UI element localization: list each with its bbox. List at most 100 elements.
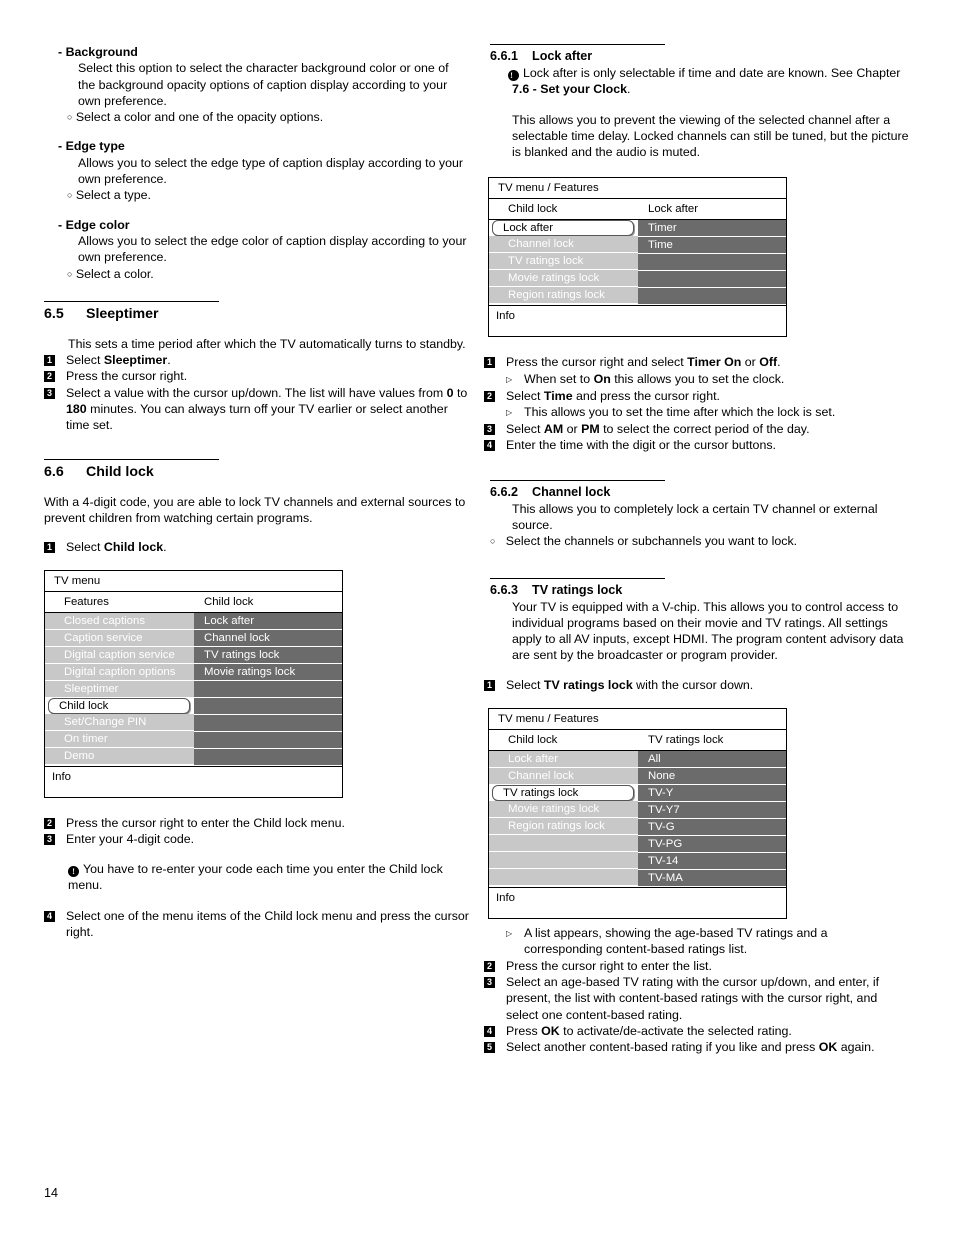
menu-item[interactable]: TV ratings lock (194, 646, 342, 664)
lock-after-note: ! Lock after is only selectable if time a… (508, 65, 909, 98)
section-title: Channel lock (532, 484, 611, 499)
step-number-badge: 3 (44, 833, 55, 845)
step-number-badge: 2 (44, 371, 55, 383)
childlock-note-text: You have to re-enter your code each time… (68, 862, 443, 893)
tv-menu-col1-header: Features (64, 595, 109, 608)
step-subnote: ▷ This allows you to set the time after w… (506, 404, 909, 421)
menu-item[interactable] (638, 254, 786, 272)
tv-menu-tv-ratings[interactable]: TV menu / Features Child lock TV ratings… (488, 708, 787, 920)
menu-item[interactable] (194, 697, 342, 715)
menu-item[interactable]: Movie ratings lock (194, 663, 342, 681)
numbered-step: 3 Select AM or PM to select the correct p… (484, 421, 909, 437)
menu-item[interactable] (194, 731, 342, 749)
numbered-step: 1 Press the cursor right and select Timer… (484, 354, 909, 370)
option-bullet: ○ Select a type. (67, 187, 469, 203)
menu-item-selected[interactable]: Lock after (492, 220, 634, 237)
menu-item[interactable]: TV-Y7 (638, 802, 786, 820)
menu-item[interactable]: All (638, 751, 786, 769)
menu-item[interactable]: TV-PG (638, 836, 786, 854)
tv-menu-child-lock[interactable]: TV menu Features Child lock Closed capti… (44, 569, 343, 798)
menu-item[interactable] (638, 271, 786, 289)
tv-menu-info-footer: Info (489, 305, 786, 337)
menu-item[interactable]: Time (638, 237, 786, 255)
step-text: Select an age-based TV rating with the c… (506, 974, 880, 1022)
tv-menu-right-list[interactable]: Lock after Channel lock TV ratings lock Mov… (194, 612, 342, 766)
menu-item[interactable] (638, 288, 786, 306)
tv-menu-lock-after[interactable]: TV menu / Features Child lock Lock after… (488, 177, 787, 338)
childlock-step-4: 4 Select one of the menu items of the Chi… (44, 908, 469, 941)
menu-item[interactable]: TV ratings lock (489, 253, 638, 271)
menu-item[interactable]: Caption service (45, 629, 194, 647)
menu-item[interactable]: Channel lock (489, 768, 638, 786)
menu-item[interactable] (194, 748, 342, 766)
step-text: Select Time and press the cursor right. (506, 388, 720, 403)
section-number: 6.5 (44, 305, 64, 322)
menu-item[interactable]: Channel lock (489, 236, 638, 254)
menu-item[interactable]: TV-MA (638, 870, 786, 888)
menu-item[interactable]: Region ratings lock (489, 818, 638, 836)
section-title: Child lock (86, 463, 154, 480)
menu-item[interactable]: Movie ratings lock (489, 270, 638, 288)
menu-item[interactable] (194, 714, 342, 732)
menu-item-selected[interactable]: TV ratings lock (492, 785, 634, 802)
menu-item[interactable]: On timer (45, 730, 194, 748)
menu-item[interactable] (489, 835, 638, 853)
tv-menu-left-list[interactable]: Lock after Channel lock TV ratings lock Mov… (489, 220, 638, 306)
option-body: Select this option to select the charact… (78, 61, 449, 108)
numbered-step: 2 Press the cursor right to enter the Chi… (44, 815, 469, 831)
menu-item[interactable]: None (638, 768, 786, 786)
tv-menu-left-list[interactable]: Lock after Channel lock TV ratings lock Mov… (489, 751, 638, 888)
tv-menu-right-list[interactable]: All None TV-Y TV-Y7 TV-G TV-PG TV-14 TV-MA (638, 751, 786, 888)
step-text: Select TV ratings lock with the cursor d… (506, 677, 754, 692)
menu-item[interactable] (489, 852, 638, 870)
option-bullet-text: Select a color. (75, 266, 154, 281)
lock-after-note-text: Lock after is only selectable if time an… (512, 66, 901, 97)
step-text: Select Child lock. (66, 540, 167, 555)
step-subnote-text: A list appears, showing the age-based TV… (524, 926, 828, 957)
step-subnote-text: This allows you to set the time after wh… (524, 405, 836, 420)
caption-option-blocks: - Background Select this option to select… (44, 44, 469, 282)
menu-item[interactable]: TV-G (638, 819, 786, 837)
step-text: Press the cursor right to enter the list… (506, 958, 712, 973)
menu-item[interactable] (489, 869, 638, 887)
tv-menu-column-headers: Features Child lock (45, 592, 342, 613)
menu-item[interactable]: TV-14 (638, 853, 786, 871)
childlock-step-1: 1 Select Child lock. (44, 539, 469, 555)
numbered-step: 3 Select an age-based TV rating with the … (484, 974, 909, 1023)
tv-menu-column-headers: Child lock TV ratings lock (489, 730, 786, 752)
menu-item-selected[interactable]: Child lock (48, 697, 190, 714)
step-text: Select a value with the cursor up/down. … (66, 385, 468, 433)
tv-ratings-step-1: 1 Select TV ratings lock with the cursor … (484, 677, 909, 693)
step-number-badge: 1 (484, 357, 495, 369)
numbered-step: 1 Select TV ratings lock with the cursor … (484, 677, 909, 693)
menu-item[interactable]: Demo (45, 747, 194, 765)
lock-after-body: This allows you to prevent the viewing o… (512, 112, 909, 160)
step-number-badge: 3 (484, 424, 495, 436)
menu-item[interactable]: Digital caption service (45, 646, 194, 664)
childlock-note: ! You have to re-enter your code each tim… (68, 861, 469, 894)
option-title: - Edge color (58, 217, 130, 232)
section-title: Lock after (532, 49, 593, 63)
caption-option-block: - Edge type Allows you to select the edge… (44, 138, 469, 203)
menu-item[interactable]: TV-Y (638, 785, 786, 803)
menu-item[interactable]: Channel lock (194, 629, 342, 647)
tv-menu-left-list[interactable]: Closed captions Caption service Digital ca… (45, 612, 194, 766)
tv-menu-right-list[interactable]: Timer Time (638, 220, 786, 306)
option-bullet: ○ Select a color. (67, 266, 469, 282)
right-column: 6.6.1 Lock after ! Lock after is only sele… (484, 44, 909, 1055)
menu-item[interactable]: Set/Change PIN (45, 713, 194, 731)
menu-item[interactable]: Lock after (194, 612, 342, 630)
menu-item[interactable]: Lock after (489, 751, 638, 769)
menu-item[interactable]: Timer (638, 220, 786, 238)
step-subnote: ▷ A list appears, showing the age-based T… (506, 925, 909, 958)
menu-item[interactable]: Region ratings lock (489, 287, 638, 305)
menu-item[interactable]: Closed captions (45, 612, 194, 630)
menu-item[interactable]: Movie ratings lock (489, 801, 638, 819)
menu-item[interactable]: Digital caption options (45, 663, 194, 681)
exclamation-icon: ! (68, 866, 79, 878)
step-text: Press the cursor right to enter the Chil… (66, 815, 345, 830)
menu-item[interactable] (194, 680, 342, 698)
numbered-step: 3 Enter your 4-digit code. (44, 831, 469, 847)
menu-item[interactable]: Sleeptimer (45, 680, 194, 698)
numbered-step: 4 Enter the time with the digit or the cu… (484, 437, 909, 453)
